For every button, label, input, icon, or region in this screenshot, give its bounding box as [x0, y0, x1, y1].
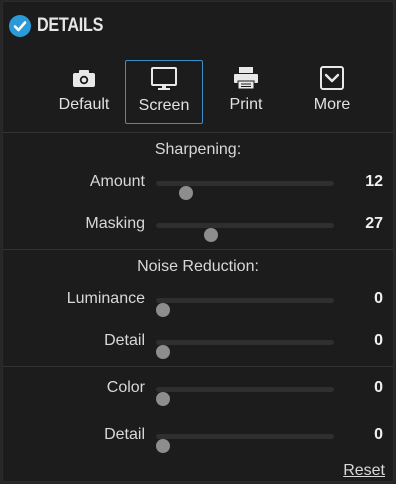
- mode-label: Screen: [138, 97, 190, 114]
- default-mode-button[interactable]: Default: [45, 60, 123, 124]
- amount-slider[interactable]: [156, 181, 334, 200]
- slider-value: 0: [374, 332, 383, 349]
- divider: [3, 132, 393, 133]
- slider-thumb[interactable]: [156, 392, 170, 406]
- screen-mode-button[interactable]: Screen: [125, 60, 203, 124]
- slider-value: 12: [365, 173, 383, 190]
- chevron-down-box-icon: [293, 60, 371, 96]
- slider-value: 0: [374, 379, 383, 396]
- panel-header[interactable]: DETAILS: [3, 2, 393, 46]
- slider-label: Luminance: [66, 290, 145, 307]
- luminance-detail-slider-row: Detail 0: [3, 330, 393, 359]
- monitor-icon: [126, 61, 202, 97]
- slider-label: Masking: [85, 215, 145, 232]
- slider-thumb[interactable]: [156, 303, 170, 317]
- slider-label: Detail: [104, 426, 145, 443]
- luminance-slider[interactable]: [156, 298, 334, 317]
- divider: [3, 366, 393, 367]
- sharpening-title: Sharpening:: [154, 141, 242, 158]
- more-mode-button[interactable]: More: [293, 60, 371, 124]
- slider-thumb[interactable]: [178, 186, 193, 200]
- print-mode-button[interactable]: Print: [207, 60, 285, 124]
- slider-label: Detail: [104, 332, 145, 349]
- slider-thumb[interactable]: [156, 345, 170, 359]
- details-panel: DETAILS Default Screen Print More Sharpe…: [2, 1, 394, 482]
- slider-value: 27: [365, 215, 383, 232]
- color-slider[interactable]: [156, 387, 334, 406]
- printer-icon: [207, 60, 285, 96]
- noise-reduction-title: Noise Reduction:: [137, 258, 259, 275]
- output-mode-buttons: Default Screen Print More: [3, 60, 393, 124]
- masking-slider-row: Masking 27: [3, 213, 393, 242]
- amount-slider-row: Amount 12: [3, 171, 393, 200]
- color-detail-slider[interactable]: [156, 434, 334, 453]
- slider-label: Color: [106, 379, 145, 396]
- checkmark-icon[interactable]: [9, 15, 31, 37]
- panel-title: DETAILS: [37, 15, 104, 36]
- luminance-slider-row: Luminance 0: [3, 288, 393, 317]
- divider: [3, 249, 393, 250]
- slider-value: 0: [374, 290, 383, 307]
- slider-thumb[interactable]: [203, 228, 218, 242]
- luminance-detail-slider[interactable]: [156, 340, 334, 359]
- mode-label: Default: [58, 96, 110, 113]
- slider-value: 0: [374, 426, 383, 443]
- mode-label: Print: [229, 96, 263, 113]
- mode-label: More: [313, 96, 351, 113]
- color-detail-slider-row: Detail 0: [3, 424, 393, 453]
- masking-slider[interactable]: [156, 223, 334, 242]
- color-slider-row: Color 0: [3, 377, 393, 406]
- reset-link[interactable]: Reset: [343, 462, 385, 480]
- camera-icon: [45, 60, 123, 96]
- slider-thumb[interactable]: [156, 439, 170, 453]
- slider-label: Amount: [89, 173, 145, 190]
